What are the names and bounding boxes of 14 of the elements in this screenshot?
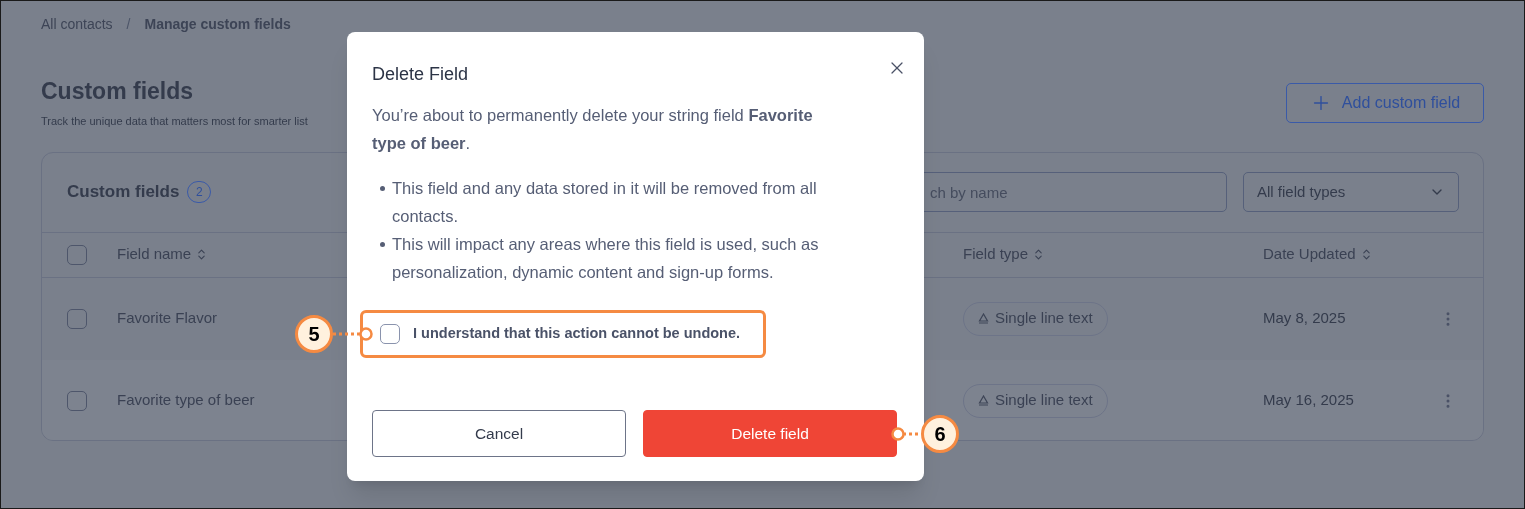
callout-badge: 5 (295, 315, 333, 353)
field-name-cell-text: Favorite type of beer (117, 390, 255, 411)
date-cell-text: May 16, 2025 (1263, 390, 1354, 411)
date-cell-text: May 8, 2025 (1263, 308, 1346, 329)
bullet-text: This will impact any areas where this field is used, such as personalization, dynamic content and sign-up forms. (392, 234, 820, 283)
breadcrumb-separator: / (126, 15, 131, 34)
field-name-cell-text: Favorite Flavor (117, 308, 218, 329)
page-subtitle: Track the unique data that matters most for smarter list (41, 114, 308, 129)
card-title: Custom fields (67, 181, 180, 204)
confirm-label: I understand that this action cannot be undone. (413, 324, 741, 344)
page-title: Custom fields (41, 77, 195, 106)
dialog-message: You’re about to permanently delete your string field Favorite type of beer. (372, 105, 814, 154)
bullet-text: This field and any data stored in it will be removed from all contacts. (392, 178, 818, 227)
dialog-title: Delete Field (372, 63, 469, 86)
